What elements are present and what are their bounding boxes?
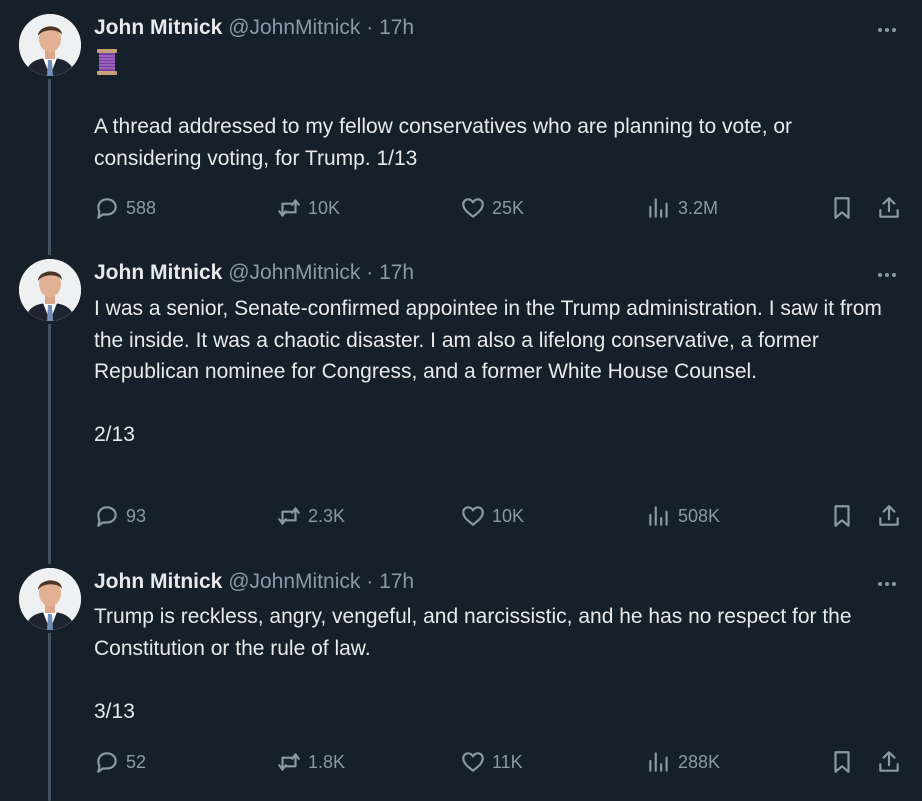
tweet-header: John Mitnick @JohnMitnick · 17h: [94, 259, 414, 287]
view-count: 508K: [678, 505, 721, 526]
heart-icon: [462, 506, 484, 526]
view-count: 3.2M: [678, 197, 719, 218]
timestamp[interactable]: 17h: [379, 261, 414, 284]
heart-icon: [462, 198, 484, 218]
separator-dot: ·: [366, 570, 374, 593]
separator-dot: ·: [366, 16, 374, 39]
like-count: 11K: [492, 751, 523, 772]
author-name[interactable]: John Mitnick: [94, 261, 222, 284]
reply-icon: [97, 198, 117, 219]
tweet[interactable]: John Mitnick @JohnMitnick · 17h A thread…: [0, 0, 922, 245]
tweet-text: I was a senior, Senate-confirmed appoint…: [94, 297, 882, 446]
tweet-text: A thread addressed to my fellow conserva…: [94, 115, 798, 170]
reply-button[interactable]: 93: [94, 501, 146, 531]
timestamp[interactable]: 17h: [379, 16, 414, 39]
heart-icon: [462, 752, 484, 772]
like-button[interactable]: 10K: [460, 501, 524, 531]
avatar-image: [19, 14, 81, 76]
share-button[interactable]: [876, 193, 902, 223]
share-icon: [879, 751, 899, 772]
action-bar: 588 10K 25K 3.2M: [0, 193, 922, 223]
like-count: 10K: [492, 505, 525, 526]
avatar-image: [19, 259, 81, 321]
separator-dot: ·: [366, 261, 374, 284]
repost-icon: [278, 199, 300, 217]
reply-count: 93: [126, 505, 147, 526]
share-button[interactable]: [876, 501, 902, 531]
reply-button[interactable]: 52: [94, 747, 146, 777]
views-button[interactable]: 288K: [646, 747, 720, 777]
repost-button[interactable]: 10K: [276, 193, 340, 223]
bookmark-icon: [834, 505, 850, 527]
tweet-header: John Mitnick @JohnMitnick · 17h: [94, 568, 414, 596]
bookmark-icon: [834, 751, 850, 773]
like-count: 25K: [492, 197, 525, 218]
avatar[interactable]: [19, 568, 81, 630]
repost-button[interactable]: 1.8K: [276, 747, 345, 777]
bookmark-button[interactable]: [829, 501, 855, 531]
like-button[interactable]: 25K: [460, 193, 524, 223]
avatar[interactable]: [19, 259, 81, 321]
tweet[interactable]: John Mitnick @JohnMitnick · 17h I was a …: [0, 245, 922, 554]
avatar[interactable]: [19, 14, 81, 76]
tweet[interactable]: John Mitnick @JohnMitnick · 17h Trump is…: [0, 554, 922, 801]
bookmark-button[interactable]: [829, 193, 855, 223]
repost-icon: [278, 507, 300, 525]
repost-button[interactable]: 2.3K: [276, 501, 345, 531]
repost-icon: [278, 753, 300, 771]
reply-count: 52: [126, 751, 147, 772]
more-options-icon[interactable]: [872, 265, 902, 285]
share-button[interactable]: [876, 747, 902, 777]
view-count: 288K: [678, 751, 721, 772]
like-button[interactable]: 11K: [460, 747, 523, 777]
share-icon: [879, 197, 899, 218]
tweet-header: John Mitnick @JohnMitnick · 17h: [94, 14, 414, 42]
views-button[interactable]: 3.2M: [646, 193, 718, 223]
author-name[interactable]: John Mitnick: [94, 16, 222, 39]
author-handle[interactable]: @JohnMitnick: [228, 16, 360, 39]
action-bar: 93 2.3K 10K 508K: [0, 501, 922, 531]
more-options-icon[interactable]: [872, 574, 902, 594]
bookmark-icon: [834, 197, 850, 219]
views-chart-icon: [649, 506, 668, 526]
action-bar: 52 1.8K 11K 288K: [0, 747, 922, 777]
spool-of-thread-icon: [97, 49, 117, 75]
views-chart-icon: [649, 752, 668, 772]
repost-count: 10K: [308, 197, 341, 218]
share-icon: [879, 505, 899, 526]
avatar-image: [19, 568, 81, 630]
author-name[interactable]: John Mitnick: [94, 570, 222, 593]
author-handle[interactable]: @JohnMitnick: [228, 570, 360, 593]
reply-button[interactable]: 588: [94, 193, 156, 223]
tweet-text: Trump is reckless, angry, vengeful, and …: [94, 605, 852, 723]
author-handle[interactable]: @JohnMitnick: [228, 261, 360, 284]
timestamp[interactable]: 17h: [379, 570, 414, 593]
repost-count: 1.8K: [308, 751, 346, 772]
bookmark-button[interactable]: [829, 747, 855, 777]
reply-icon: [97, 506, 117, 527]
views-chart-icon: [649, 198, 668, 218]
reply-count: 588: [126, 197, 157, 218]
repost-count: 2.3K: [308, 505, 346, 526]
more-options-icon[interactable]: [872, 20, 902, 40]
reply-icon: [97, 752, 117, 773]
views-button[interactable]: 508K: [646, 501, 720, 531]
